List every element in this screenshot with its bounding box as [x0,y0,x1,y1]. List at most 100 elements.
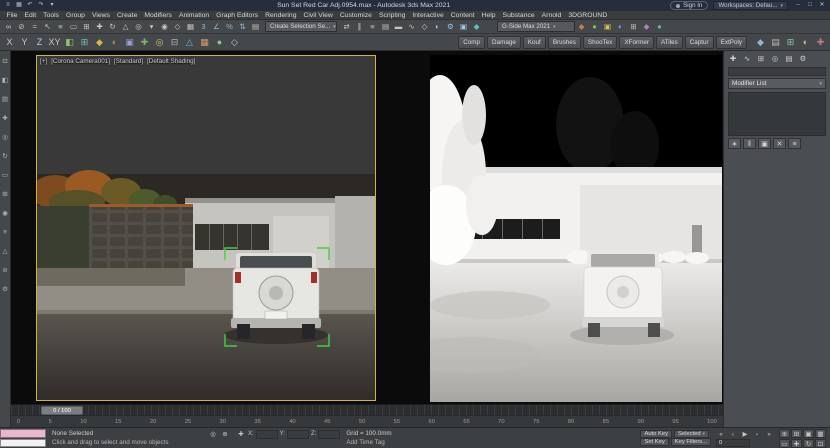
app-menu-icon[interactable]: ≡ [3,1,13,10]
go-to-end-icon[interactable]: » [764,430,774,439]
key-selection-dropdown[interactable]: Selected [674,430,709,438]
viewport-area[interactable]: [+][Corona Camera001][Standard][Default … [11,51,723,404]
x-coordinate-field[interactable] [256,430,278,439]
create-tab-icon[interactable]: ✚ [727,53,739,64]
zoom-all-icon[interactable]: ⊞ [791,429,802,438]
menu-item[interactable]: Group [63,12,89,19]
reference-coordinate-icon[interactable]: ▾ [145,21,158,33]
mirror-icon[interactable]: ⇄ [340,21,353,33]
previous-frame-icon[interactable]: ‹ [728,430,738,439]
plugin-icon-6[interactable]: ◆ [640,21,653,33]
current-frame-field[interactable]: 0 [716,439,750,447]
menu-item[interactable]: Tools [40,12,63,19]
toolbar2-icon-16[interactable]: ◇ [227,35,242,49]
toolbar2-icon-12[interactable]: ⊟ [167,35,182,49]
menu-item[interactable]: Content [447,12,478,19]
layer-explorer-icon[interactable]: ▤ [379,21,392,33]
ribbon-toggle-icon[interactable]: ▬ [392,21,405,33]
menu-item[interactable]: 3DGROUND [565,12,611,19]
toolbar2-right-icon-2[interactable]: ▤ [768,35,783,49]
selection-lock-icon[interactable]: ⊕ [220,430,230,439]
menu-item[interactable]: Interactive [409,12,447,19]
left-toolbar-icon-13[interactable]: ⚙ [0,285,10,295]
angle-snap-icon[interactable]: ∠ [210,21,223,33]
snaps-toggle-icon[interactable]: 3 [197,21,210,33]
rendered-frame-icon[interactable]: ▣ [457,21,470,33]
bind-to-space-warp-icon[interactable]: ≈ [28,21,41,33]
viewport-camera-menu[interactable]: [Corona Camera001] [51,58,110,65]
plugin-icon-4[interactable]: ◐ [614,21,627,33]
orbit-icon[interactable]: ↻ [803,439,814,448]
menu-item[interactable]: Graph Editors [213,12,262,19]
absolute-mode-icon[interactable]: ✚ [236,430,246,439]
minimize-icon[interactable]: – [793,1,803,10]
use-pivot-center-icon[interactable]: ◉ [158,21,171,33]
utilities-tab-icon[interactable]: ⚙ [797,53,809,64]
tab-comp[interactable]: Comp [458,36,485,49]
left-toolbar-icon-12[interactable]: ⊘ [0,266,10,276]
select-and-manipulate-icon[interactable]: ◇ [171,21,184,33]
plugin-icon-5[interactable]: ⊞ [627,21,640,33]
menu-item[interactable]: File [3,12,21,19]
left-toolbar-icon-11[interactable]: △ [0,247,10,257]
modifier-stack-list[interactable] [728,92,826,136]
field-of-view-icon[interactable]: ▭ [779,439,790,448]
select-and-place-icon[interactable]: ◎ [132,21,145,33]
menu-item[interactable]: Customize [336,12,375,19]
quick-access-more-icon[interactable]: ▾ [47,1,57,10]
select-by-name-icon[interactable]: ≡ [54,21,67,33]
z-coordinate-field[interactable] [318,430,340,439]
selection-set-dropdown[interactable]: Create Selection Se... [265,21,337,32]
render-production-icon[interactable]: ◆ [470,21,483,33]
toolbar2-icon-5[interactable]: ◧ [62,35,77,49]
car-model[interactable] [231,253,321,339]
left-toolbar-icon-7[interactable]: ▭ [0,171,10,181]
restore-icon[interactable]: □ [805,1,815,10]
configure-modifier-sets-icon[interactable]: ≡ [788,138,801,149]
toolbar2-icon-9[interactable]: ▣ [122,35,137,49]
menu-item[interactable]: Help [478,12,499,19]
y-coordinate-field[interactable] [287,430,309,439]
track-bar[interactable]: 0510152025303540455055606570758085909510… [11,415,723,427]
toolbar2-icon-14[interactable]: ▦ [197,35,212,49]
curve-editor-icon[interactable]: ∿ [405,21,418,33]
left-toolbar-icon-10[interactable]: ≡ [0,228,10,238]
toolbar2-icon-6[interactable]: ⊞ [77,35,92,49]
zoom-extents-icon[interactable]: ▣ [803,429,814,438]
tab-damage[interactable]: Damage [487,36,521,49]
menu-item[interactable]: Edit [21,12,40,19]
render-setup-icon[interactable]: ⚙ [444,21,457,33]
sign-in-button[interactable]: Sign In [670,1,708,10]
modify-tab-icon[interactable]: ∿ [741,53,753,64]
plugin-icon-7[interactable]: ● [653,21,666,33]
remove-modifier-icon[interactable]: ✕ [773,138,786,149]
tab-captur[interactable]: Captur [685,36,714,49]
axis-x-icon[interactable]: X [2,35,17,49]
left-toolbar-icon-8[interactable]: ⊞ [0,190,10,200]
toolbar2-right-icon-5[interactable]: ✚ [813,35,828,49]
select-and-move-icon[interactable]: ✚ [93,21,106,33]
menu-item[interactable]: Create [113,12,140,19]
menu-item[interactable]: Substance [499,12,538,19]
next-frame-icon[interactable]: › [752,430,762,439]
redo-icon[interactable]: ↷ [36,1,46,10]
spinner-snap-icon[interactable]: ⇅ [236,21,249,33]
zoom-extents-all-icon[interactable]: ▦ [815,429,826,438]
play-icon[interactable]: ▶ [740,430,750,439]
toolbar2-icon-7[interactable]: ◆ [92,35,107,49]
tab-shootex[interactable]: ShooTex [583,36,618,49]
viewport-standard-menu[interactable]: [Standard] [114,58,143,65]
undo-icon[interactable]: ↶ [25,1,35,10]
selection-region-icon[interactable]: ▭ [67,21,80,33]
left-toolbar-icon-6[interactable]: ↻ [0,152,10,162]
toolbar2-right-icon-1[interactable]: ◆ [753,35,768,49]
hierarchy-tab-icon[interactable]: ⊞ [755,53,767,64]
camera-viewport[interactable]: [+][Corona Camera001][Standard][Default … [36,55,376,401]
render-view[interactable] [430,55,722,402]
select-and-scale-icon[interactable]: △ [119,21,132,33]
plugin-icon-3[interactable]: ▣ [601,21,614,33]
toolbar2-right-icon-4[interactable]: ◐ [798,35,813,49]
menu-item[interactable]: Rendering [262,12,300,19]
time-slider[interactable]: 0 / 100 [11,404,723,415]
listener-line[interactable] [0,439,46,448]
